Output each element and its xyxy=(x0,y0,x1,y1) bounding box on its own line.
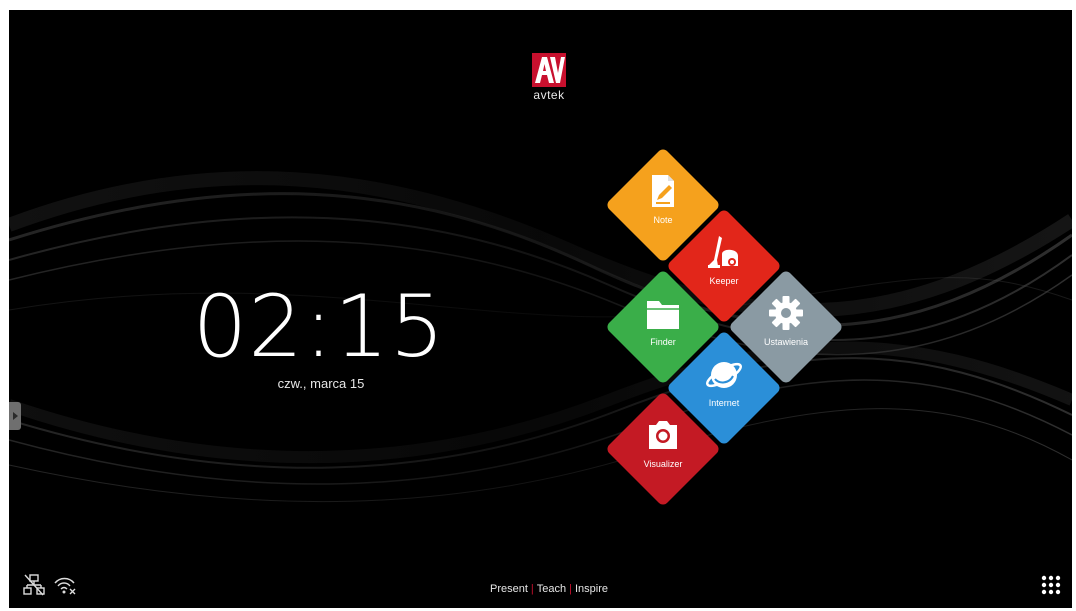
tagline: Present | Teach | Inspire xyxy=(439,583,659,595)
side-panel-handle[interactable] xyxy=(9,402,21,430)
wifi-off-icon[interactable] xyxy=(53,574,77,596)
globe-icon xyxy=(706,362,742,388)
camera-icon xyxy=(649,421,677,449)
logo-text: avtek xyxy=(533,88,565,102)
ethernet-disconnected-icon[interactable] xyxy=(23,573,45,597)
app-tile-visualizer[interactable]: Visualizer xyxy=(605,391,721,507)
logo-av-glyph xyxy=(535,57,565,83)
tagline-teach: Teach xyxy=(536,583,567,595)
apps-grid-icon[interactable] xyxy=(1040,574,1062,596)
tagline-separator: | xyxy=(530,583,534,595)
clock-time: 02:15 xyxy=(192,277,446,377)
tagline-separator: | xyxy=(569,583,572,595)
clock-date: czw., marca 15 xyxy=(277,376,365,391)
logo-mark xyxy=(532,53,566,87)
note-pencil-icon xyxy=(652,175,674,207)
home-screen: avtek 02:15 czw., marca 15 Note Keeper F… xyxy=(9,10,1072,608)
avtek-logo: avtek xyxy=(530,53,568,113)
tagline-inspire: Inspire xyxy=(574,583,609,595)
app-label-visualizer: Visualizer xyxy=(643,459,683,469)
vacuum-cleaner-icon xyxy=(708,236,738,268)
gear-icon xyxy=(769,296,803,330)
tagline-present: Present xyxy=(489,583,528,595)
folder-icon xyxy=(647,301,679,329)
